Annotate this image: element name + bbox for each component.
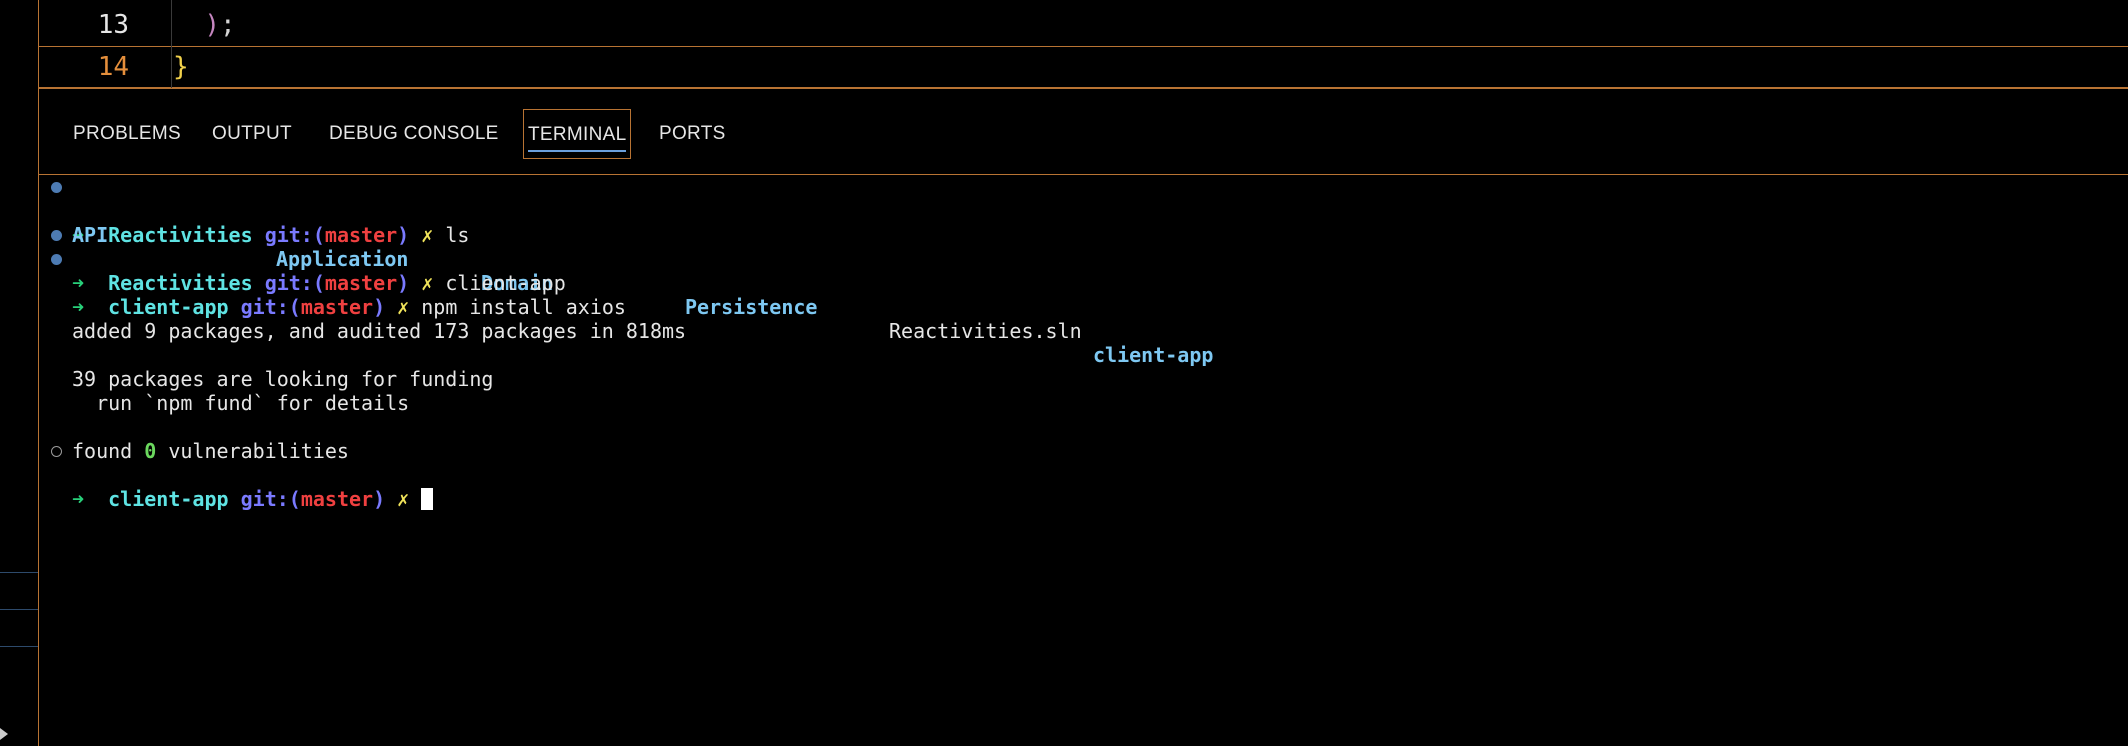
command-pending-icon[interactable] bbox=[51, 446, 62, 457]
line-number: 13 bbox=[97, 10, 129, 40]
terminal-prompt-line: ➜ Reactivities git:(master) ✗ ls bbox=[39, 175, 2128, 247]
tab-ports[interactable]: PORTS bbox=[659, 109, 726, 159]
npm-added-text: added 9 packages, and audited 173 packag… bbox=[72, 319, 687, 343]
tab-label: OUTPUT bbox=[212, 123, 292, 144]
activity-bar bbox=[0, 0, 39, 746]
output-line: run `npm fund` for details bbox=[39, 367, 2128, 415]
semicolon: ; bbox=[219, 10, 236, 40]
output-line: added 9 packages, and audited 173 packag… bbox=[39, 295, 2128, 343]
code-line-14[interactable]: 14 } bbox=[39, 46, 2128, 88]
git-dirty-icon: ✗ bbox=[397, 487, 410, 511]
command-success-icon[interactable] bbox=[51, 254, 62, 265]
code-editor[interactable]: 13 ); 14 } bbox=[39, 0, 2128, 88]
tab-label: TERMINAL bbox=[528, 124, 627, 145]
expand-arrow-icon[interactable] bbox=[0, 728, 8, 740]
tab-label: DEBUG CONSOLE bbox=[329, 123, 499, 144]
git-prefix: git:( bbox=[264, 271, 325, 295]
line-number-active: 14 bbox=[97, 52, 129, 82]
terminal[interactable]: ➜ Reactivities git:(master) ✗ ls API App… bbox=[39, 175, 2128, 746]
terminal-prompt-line: ➜ Reactivities git:(master) ✗ client-app bbox=[39, 223, 2128, 295]
ls-entry-file: Reactivities.sln bbox=[889, 319, 1082, 343]
git-suffix: ) bbox=[373, 487, 386, 511]
tab-label: PROBLEMS bbox=[73, 123, 181, 144]
activity-separator bbox=[0, 572, 38, 573]
tab-debug-console[interactable]: DEBUG CONSOLE bbox=[329, 109, 499, 159]
git-dirty-icon: ✗ bbox=[421, 271, 434, 295]
command-success-icon[interactable] bbox=[51, 182, 62, 193]
git-suffix: ) bbox=[397, 271, 410, 295]
git-branch: master bbox=[324, 271, 398, 295]
tab-terminal[interactable]: TERMINAL bbox=[523, 109, 632, 159]
npm-fund-hint-text: run `npm fund` for details bbox=[72, 391, 410, 415]
output-line: found 0 vulnerabilities bbox=[39, 415, 2128, 463]
tab-output[interactable]: OUTPUT bbox=[212, 109, 292, 159]
prompt-dir: Reactivities bbox=[108, 271, 253, 295]
git-prefix: git:( bbox=[240, 487, 301, 511]
close-paren: ) bbox=[204, 10, 220, 40]
active-tab-indicator bbox=[528, 150, 627, 152]
activity-separator bbox=[0, 609, 38, 610]
tab-label: PORTS bbox=[659, 123, 726, 144]
output-line: 39 packages are looking for funding bbox=[39, 343, 2128, 391]
tab-problems[interactable]: PROBLEMS bbox=[73, 109, 181, 159]
activity-separator bbox=[0, 646, 38, 647]
terminal-prompt-line: ➜ client-app git:(master) ✗ npm install … bbox=[39, 247, 2128, 319]
close-brace: } bbox=[173, 52, 189, 82]
terminal-prompt-line-current[interactable]: ➜ client-app git:(master) ✗ bbox=[39, 439, 2128, 511]
ls-output-line: API Application Domain Persistence React… bbox=[39, 199, 2128, 367]
code-text: ); bbox=[173, 5, 236, 45]
code-line-13[interactable]: 13 ); bbox=[39, 5, 2128, 45]
git-branch: master bbox=[300, 487, 374, 511]
command-success-icon[interactable] bbox=[51, 230, 62, 241]
command-text: client-app bbox=[445, 271, 566, 295]
prompt-arrow-icon: ➜ bbox=[72, 487, 85, 511]
gutter-divider bbox=[171, 0, 172, 88]
panel-tabs: PROBLEMS OUTPUT DEBUG CONSOLE TERMINAL P… bbox=[39, 89, 2128, 174]
terminal-cursor[interactable] bbox=[421, 488, 434, 510]
prompt-dir: client-app bbox=[108, 487, 229, 511]
